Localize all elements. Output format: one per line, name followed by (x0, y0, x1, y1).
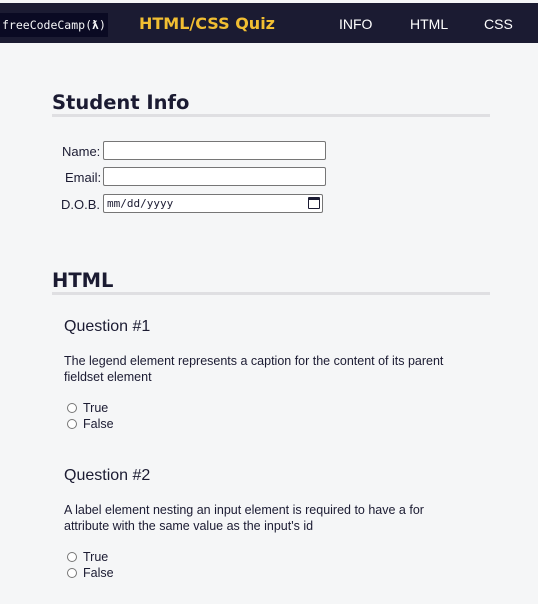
radio-button[interactable] (67, 568, 77, 578)
name-label: Name: (62, 144, 101, 159)
answer-option-true[interactable]: True (67, 550, 108, 564)
question-text: The legend element represents a caption … (64, 354, 444, 384)
html-section-heading: HTML (52, 269, 114, 292)
nav-link-html[interactable]: HTML (410, 16, 448, 32)
logo-text-end: ) (98, 18, 106, 32)
nav-link-css[interactable]: CSS (484, 16, 513, 32)
answer-label[interactable]: False (83, 566, 114, 580)
email-label: Email: (65, 170, 102, 185)
radio-button[interactable] (67, 403, 77, 413)
answer-option-true[interactable]: True (67, 401, 108, 415)
nav-link-info[interactable]: INFO (339, 16, 372, 32)
dob-date-input[interactable]: mm/dd/yyyy (103, 194, 323, 213)
question-title: Question #2 (64, 467, 151, 484)
radio-button[interactable] (67, 552, 77, 562)
flame-icon: ƛ (92, 18, 99, 32)
question-text: A label element nesting an input element… (64, 503, 424, 533)
section-divider (52, 292, 490, 295)
dob-placeholder: mm/dd/yyyy (107, 197, 174, 210)
dob-label: D.O.B. (61, 197, 101, 212)
radio-button[interactable] (67, 419, 77, 429)
header: freeCodeCamp(ƛ) HTML/CSS Quiz INFO HTML … (0, 3, 538, 43)
email-input[interactable] (103, 167, 326, 186)
section-divider (52, 114, 490, 117)
answer-label[interactable]: True (83, 550, 108, 564)
site-title: HTML/CSS Quiz (139, 14, 275, 33)
fcc-logo[interactable]: freeCodeCamp(ƛ) (0, 13, 108, 37)
student-info-heading: Student Info (52, 91, 190, 114)
question-title: Question #1 (64, 318, 151, 335)
answer-option-false[interactable]: False (67, 566, 114, 580)
answer-label[interactable]: False (83, 417, 114, 431)
logo-text: freeCodeCamp( (2, 18, 93, 32)
answer-label[interactable]: True (83, 401, 108, 415)
name-input[interactable] (103, 141, 326, 160)
calendar-icon[interactable] (308, 197, 320, 209)
answer-option-false[interactable]: False (67, 417, 114, 431)
